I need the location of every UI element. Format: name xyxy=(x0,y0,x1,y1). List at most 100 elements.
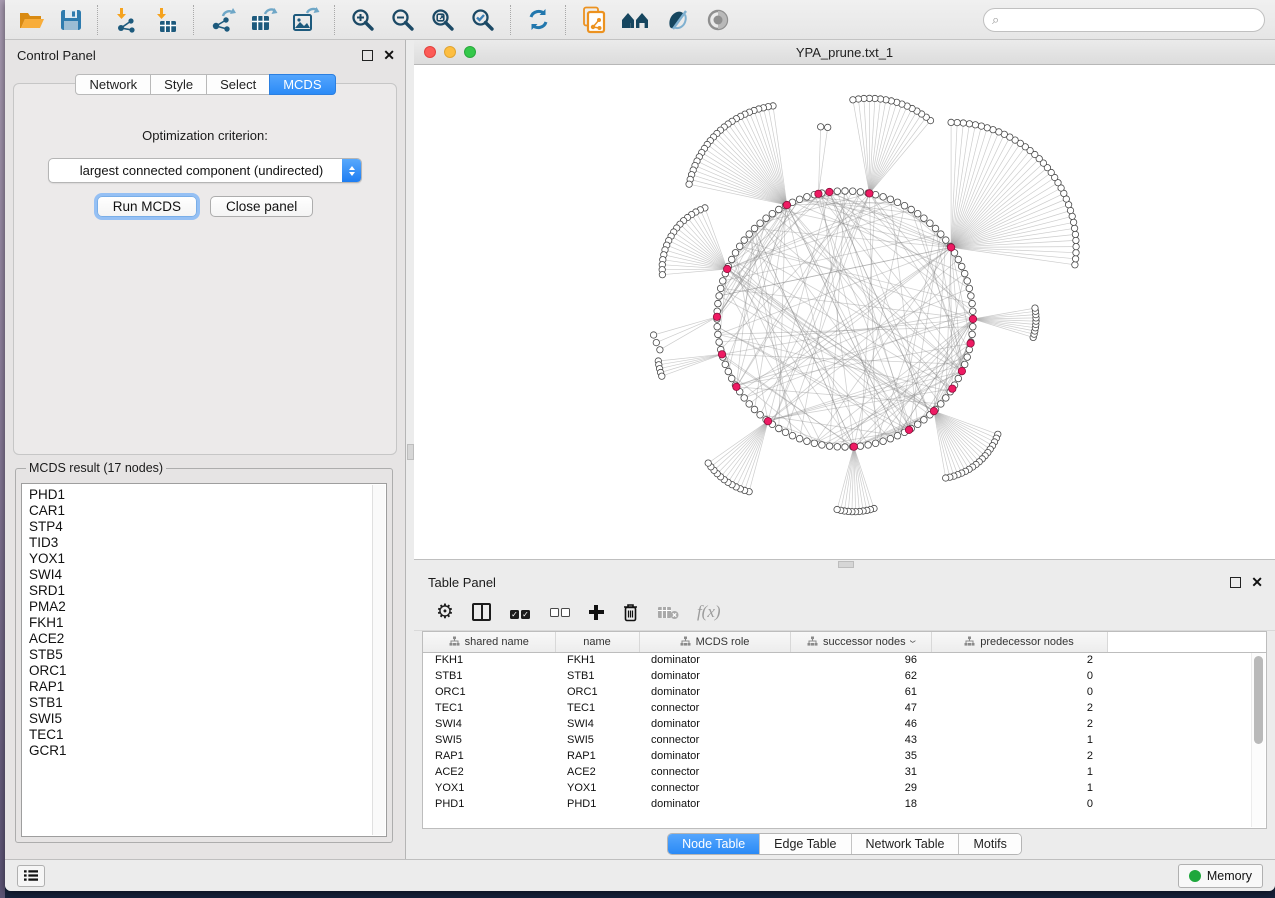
node-table: shared namenameMCDS rolesuccessor nodes›… xyxy=(423,632,1266,812)
table-row[interactable]: PHD1PHD1dominator180 xyxy=(423,796,1266,812)
memory-button[interactable]: Memory xyxy=(1178,864,1263,888)
zoom-fit-button[interactable] xyxy=(425,5,461,35)
close-panel-icon[interactable]: ✕ xyxy=(1251,575,1263,589)
mcds-result-item[interactable]: PMA2 xyxy=(29,599,386,615)
network-canvas[interactable] xyxy=(414,65,1275,559)
clear-selection-button[interactable] xyxy=(549,600,571,624)
table-row[interactable]: TEC1TEC1connector472 xyxy=(423,700,1266,716)
open-file-button[interactable] xyxy=(13,6,50,34)
float-panel-icon[interactable] xyxy=(362,50,373,61)
cell-successor_nodes: 18 xyxy=(790,796,931,812)
vertical-splitter[interactable] xyxy=(405,40,414,859)
panel-settings-button[interactable] xyxy=(472,600,491,624)
column-header[interactable]: name xyxy=(555,632,639,652)
export-network-button[interactable] xyxy=(204,5,241,35)
mcds-result-item[interactable]: STP4 xyxy=(29,519,386,535)
cell-filler xyxy=(1107,732,1266,748)
cell-shared_name: STB1 xyxy=(423,668,555,684)
task-history-button[interactable] xyxy=(17,865,45,887)
table-row[interactable]: ACE2ACE2connector311 xyxy=(423,764,1266,780)
import-table-button[interactable] xyxy=(148,5,184,35)
mcds-result-item[interactable]: GCR1 xyxy=(29,743,386,759)
save-session-button[interactable] xyxy=(54,6,88,34)
plus-icon xyxy=(589,605,604,620)
tab-edge-table[interactable]: Edge Table xyxy=(760,834,851,854)
cell-predecessor_nodes: 2 xyxy=(931,652,1107,668)
mcds-result-item[interactable]: STB1 xyxy=(29,695,386,711)
combo-stepper-icon xyxy=(342,159,361,182)
mcds-result-item[interactable]: ORC1 xyxy=(29,663,386,679)
cell-mcds_role: connector xyxy=(639,700,790,716)
tab-mcds[interactable]: MCDS xyxy=(269,74,335,95)
column-header[interactable]: predecessor nodes xyxy=(931,632,1107,652)
zoom-selected-button[interactable] xyxy=(465,5,501,35)
tab-node-table[interactable]: Node Table xyxy=(668,834,760,854)
mcds-result-group: MCDS result (17 nodes) PHD1CAR1STP4TID3Y… xyxy=(15,461,393,843)
run-mcds-button[interactable]: Run MCDS xyxy=(97,196,197,217)
show-all-button[interactable] xyxy=(700,6,736,34)
table-row[interactable]: FKH1FKH1dominator962 xyxy=(423,652,1266,668)
mcds-result-item[interactable]: TID3 xyxy=(29,535,386,551)
criterion-selected-value: largest connected component (undirected) xyxy=(49,163,342,178)
delete-columns-button[interactable] xyxy=(622,600,639,624)
trash-icon xyxy=(622,603,639,622)
table-row[interactable]: ORC1ORC1dominator610 xyxy=(423,684,1266,700)
column-header[interactable]: successor nodes› xyxy=(790,632,931,652)
cell-mcds_role: dominator xyxy=(639,796,790,812)
export-table-button[interactable] xyxy=(245,5,283,35)
mcds-result-item[interactable]: SRD1 xyxy=(29,583,386,599)
search-box: ⌕ xyxy=(983,8,1265,32)
apply-layout-button[interactable] xyxy=(521,5,556,34)
select-all-button[interactable]: ✓✓ xyxy=(509,600,531,624)
float-panel-icon[interactable] xyxy=(1230,577,1241,588)
mcds-result-item[interactable]: TEC1 xyxy=(29,727,386,743)
mcds-result-item[interactable]: SWI5 xyxy=(29,711,386,727)
cell-filler xyxy=(1107,780,1266,796)
mcds-result-item[interactable]: FKH1 xyxy=(29,615,386,631)
mcds-result-item[interactable]: YOX1 xyxy=(29,551,386,567)
table-scrollbar[interactable] xyxy=(1251,653,1265,827)
scrollbar-thumb[interactable] xyxy=(1254,656,1263,744)
mcds-result-item[interactable]: PHD1 xyxy=(29,487,386,503)
export-image-button[interactable] xyxy=(287,5,325,35)
mcds-result-item[interactable]: RAP1 xyxy=(29,679,386,695)
tab-select[interactable]: Select xyxy=(206,74,270,95)
import-network-button[interactable] xyxy=(108,5,144,35)
column-header[interactable]: MCDS role xyxy=(639,632,790,652)
function-builder-button[interactable]: f(x) xyxy=(697,600,721,624)
criterion-select[interactable]: largest connected component (undirected) xyxy=(48,158,362,183)
new-network-from-selection-button[interactable] xyxy=(576,4,612,36)
mcds-result-list[interactable]: PHD1CAR1STP4TID3YOX1SWI4SRD1PMA2FKH1ACE2… xyxy=(21,483,387,837)
search-input[interactable] xyxy=(1004,12,1256,28)
mcds-result-item[interactable]: ACE2 xyxy=(29,631,386,647)
column-header[interactable]: shared name xyxy=(423,632,555,652)
column-settings-button[interactable]: ⚙ xyxy=(436,600,454,624)
horizontal-splitter[interactable] xyxy=(414,559,1275,568)
first-neighbors-button[interactable] xyxy=(616,6,656,34)
splitter-grip[interactable] xyxy=(407,444,414,460)
delete-table-button[interactable] xyxy=(657,600,679,624)
network-view xyxy=(414,65,1275,559)
network-window-titlebar: YPA_prune.txt_1 xyxy=(414,40,1275,65)
mcds-list-scrollbar[interactable] xyxy=(372,485,385,835)
table-row[interactable]: STB1STB1dominator620 xyxy=(423,668,1266,684)
table-row[interactable]: SWI4SWI4dominator462 xyxy=(423,716,1266,732)
tab-motifs[interactable]: Motifs xyxy=(959,834,1020,854)
hide-selection-button[interactable] xyxy=(660,6,696,34)
tab-network-table[interactable]: Network Table xyxy=(852,834,960,854)
mcds-result-item[interactable]: STB5 xyxy=(29,647,386,663)
zoom-in-button[interactable] xyxy=(345,5,381,35)
table-row[interactable]: SWI5SWI5connector431 xyxy=(423,732,1266,748)
close-panel-icon[interactable]: ✕ xyxy=(383,48,395,62)
mcds-result-item[interactable]: SWI4 xyxy=(29,567,386,583)
table-row[interactable]: RAP1RAP1dominator352 xyxy=(423,748,1266,764)
tab-style[interactable]: Style xyxy=(150,74,207,95)
mcds-result-item[interactable]: CAR1 xyxy=(29,503,386,519)
cell-shared_name: RAP1 xyxy=(423,748,555,764)
close-panel-button[interactable]: Close panel xyxy=(210,196,313,217)
zoom-out-button[interactable] xyxy=(385,5,421,35)
splitter-grip[interactable] xyxy=(838,561,854,568)
table-row[interactable]: YOX1YOX1connector291 xyxy=(423,780,1266,796)
tab-network[interactable]: Network xyxy=(75,74,151,95)
add-column-button[interactable] xyxy=(589,600,604,624)
